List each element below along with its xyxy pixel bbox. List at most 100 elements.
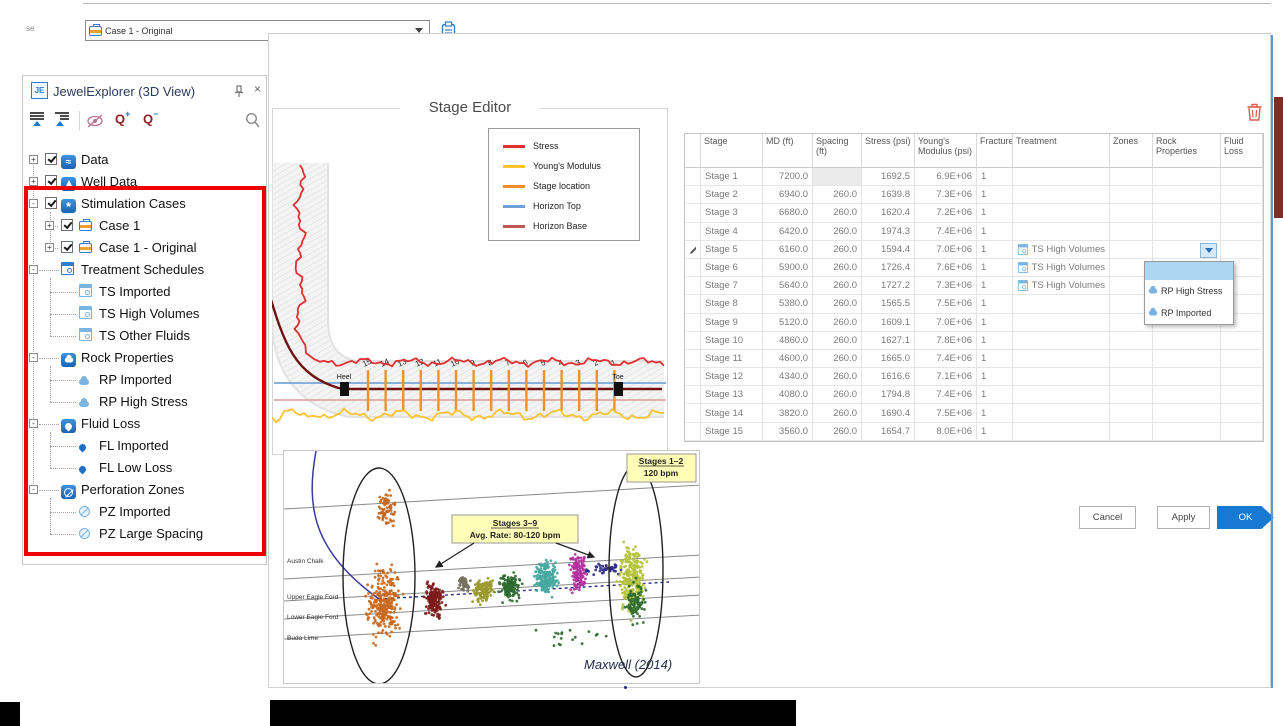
row-selector[interactable]	[685, 423, 701, 441]
md-cell[interactable]: 6940.0	[763, 186, 813, 204]
spacing-cell[interactable]: 260.0	[813, 423, 862, 441]
row-selector[interactable]	[685, 295, 701, 313]
tree-item-label[interactable]: Treatment Schedules	[81, 262, 204, 277]
md-cell[interactable]: 5640.0	[763, 277, 813, 295]
stress-cell[interactable]: 1639.8	[862, 186, 915, 204]
column-header[interactable]: Zones	[1110, 134, 1153, 168]
rock-properties-cell[interactable]	[1153, 386, 1221, 404]
stress-cell[interactable]: 1727.2	[862, 277, 915, 295]
rock-properties-cell[interactable]	[1153, 186, 1221, 204]
treatment-cell[interactable]	[1013, 332, 1110, 350]
treatment-cell[interactable]	[1013, 350, 1110, 368]
fluid-loss-cell[interactable]	[1221, 332, 1263, 350]
treatment-cell[interactable]	[1013, 186, 1110, 204]
apply-button[interactable]: Apply	[1157, 506, 1210, 529]
column-header[interactable]	[685, 134, 701, 168]
youngs-modulus-cell[interactable]: 7.3E+06	[915, 277, 977, 295]
tree-item-label[interactable]: Perforation Zones	[81, 482, 184, 497]
youngs-modulus-cell[interactable]: 7.5E+06	[915, 295, 977, 313]
fractures-cell[interactable]: 1	[977, 404, 1013, 422]
rock-properties-cell[interactable]	[1153, 223, 1221, 241]
tree-item-fl-imported[interactable]: FL Imported	[23, 435, 266, 457]
tree-item-label[interactable]: Fluid Loss	[81, 416, 140, 431]
fluid-loss-cell[interactable]	[1221, 204, 1263, 222]
zoom-out-icon[interactable]: Q−	[143, 109, 158, 128]
treatment-cell[interactable]	[1013, 223, 1110, 241]
fluid-loss-cell[interactable]	[1221, 186, 1263, 204]
table-row[interactable]: Stage 17200.01692.56.9E+061	[685, 168, 1263, 186]
youngs-modulus-cell[interactable]: 7.4E+06	[915, 223, 977, 241]
spacing-cell[interactable]: 260.0	[813, 295, 862, 313]
fractures-cell[interactable]: 1	[977, 186, 1013, 204]
md-cell[interactable]: 5120.0	[763, 314, 813, 332]
tree-checkbox[interactable]	[61, 241, 73, 253]
tree-item-data[interactable]: +≈Data	[23, 149, 266, 171]
tree-item-fl-low-loss[interactable]: FL Low Loss	[23, 457, 266, 479]
md-cell[interactable]: 6420.0	[763, 223, 813, 241]
fractures-cell[interactable]: 1	[977, 314, 1013, 332]
row-selector[interactable]	[685, 404, 701, 422]
dropdown-option[interactable]: RP Imported	[1145, 302, 1233, 324]
rock-properties-cell[interactable]	[1153, 350, 1221, 368]
spacing-cell[interactable]: 260.0	[813, 241, 862, 259]
md-cell[interactable]: 5900.0	[763, 259, 813, 277]
stage-cell[interactable]: Stage 7	[701, 277, 763, 295]
treatment-cell[interactable]	[1013, 423, 1110, 441]
delete-trash-icon[interactable]	[1246, 102, 1263, 122]
fluid-loss-cell[interactable]	[1221, 241, 1263, 259]
tree-item-label[interactable]: PZ Imported	[99, 504, 171, 519]
table-row[interactable]: Stage 26940.0260.01639.87.3E+061	[685, 186, 1263, 204]
tree-item-label[interactable]: TS Other Fluids	[99, 328, 190, 343]
zones-cell[interactable]	[1110, 186, 1153, 204]
fractures-cell[interactable]: 1	[977, 277, 1013, 295]
youngs-modulus-cell[interactable]: 7.6E+06	[915, 259, 977, 277]
stress-cell[interactable]: 1692.5	[862, 168, 915, 186]
md-cell[interactable]: 7200.0	[763, 168, 813, 186]
stage-cell[interactable]: Stage 14	[701, 404, 763, 422]
stage-cell[interactable]: Stage 6	[701, 259, 763, 277]
spacing-cell[interactable]	[813, 168, 862, 186]
spacing-cell[interactable]: 260.0	[813, 277, 862, 295]
tree-item-label[interactable]: Case 1	[99, 218, 140, 233]
treatment-cell[interactable]: TS High Volumes	[1013, 259, 1110, 277]
pin-icon[interactable]	[233, 85, 245, 98]
spacing-cell[interactable]: 260.0	[813, 368, 862, 386]
stress-cell[interactable]: 1794.8	[862, 386, 915, 404]
tree-item-ts-other-fluids[interactable]: TS Other Fluids	[23, 325, 266, 347]
md-cell[interactable]: 3820.0	[763, 404, 813, 422]
table-row[interactable]: Stage 143820.0260.01690.47.5E+061	[685, 404, 1263, 422]
tree-item-label[interactable]: PZ Large Spacing	[99, 526, 203, 541]
table-row[interactable]: Stage 46420.0260.01974.37.4E+061	[685, 223, 1263, 241]
stage-cell[interactable]: Stage 10	[701, 332, 763, 350]
fractures-cell[interactable]: 1	[977, 332, 1013, 350]
treatment-cell[interactable]	[1013, 368, 1110, 386]
fluid-loss-cell[interactable]	[1221, 350, 1263, 368]
tree-item-rock-properties[interactable]: -Rock Properties	[23, 347, 266, 369]
tree-expander[interactable]: +	[45, 243, 54, 252]
fractures-cell[interactable]: 1	[977, 386, 1013, 404]
tree-item-rp-imported[interactable]: RP Imported	[23, 369, 266, 391]
treatment-cell[interactable]: TS High Volumes	[1013, 241, 1110, 259]
row-selector[interactable]	[685, 368, 701, 386]
youngs-modulus-cell[interactable]: 7.8E+06	[915, 332, 977, 350]
column-header[interactable]: Stress (psi)	[862, 134, 915, 168]
zones-cell[interactable]	[1110, 423, 1153, 441]
search-icon[interactable]	[245, 112, 261, 129]
tree-item-case-1[interactable]: +Case 1	[23, 215, 266, 237]
row-edit-pencil-icon[interactable]	[685, 241, 701, 259]
treatment-cell[interactable]	[1013, 314, 1110, 332]
md-cell[interactable]: 4340.0	[763, 368, 813, 386]
fractures-cell[interactable]: 1	[977, 368, 1013, 386]
fluid-loss-cell[interactable]	[1221, 168, 1263, 186]
fractures-cell[interactable]: 1	[977, 204, 1013, 222]
tree-expander[interactable]: -	[29, 419, 38, 428]
md-cell[interactable]: 6160.0	[763, 241, 813, 259]
row-selector[interactable]	[685, 332, 701, 350]
tree-expander[interactable]: -	[29, 199, 38, 208]
fractures-cell[interactable]: 1	[977, 295, 1013, 313]
stress-cell[interactable]: 1609.1	[862, 314, 915, 332]
tree-checkbox[interactable]	[45, 175, 57, 187]
zones-cell[interactable]	[1110, 368, 1153, 386]
zones-cell[interactable]	[1110, 404, 1153, 422]
stage-cell[interactable]: Stage 2	[701, 186, 763, 204]
